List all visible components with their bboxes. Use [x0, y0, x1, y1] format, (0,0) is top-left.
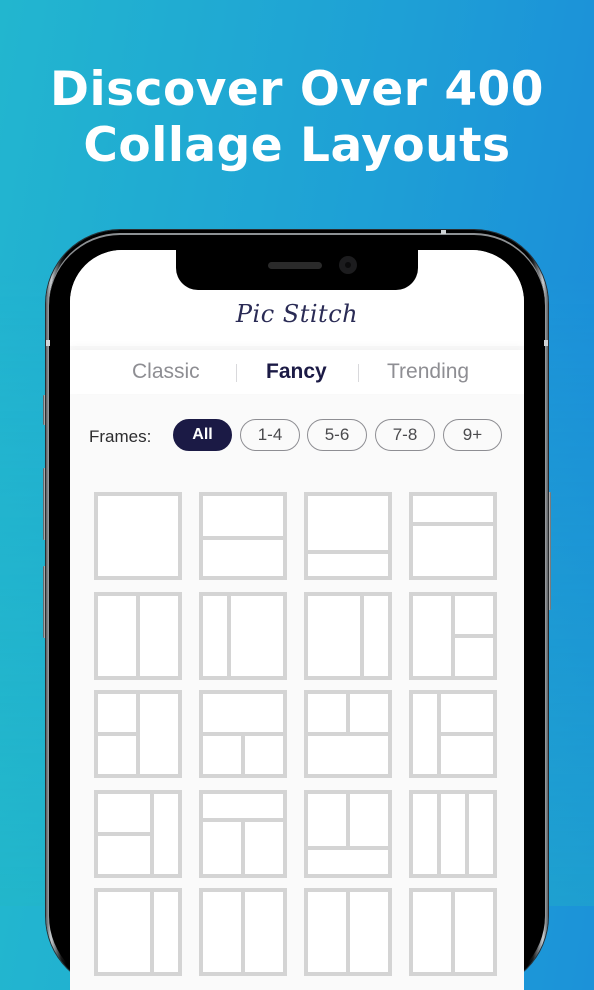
- layout-tile[interactable]: [199, 888, 287, 976]
- tab-fancy[interactable]: Fancy: [266, 360, 327, 384]
- layout-divider: [308, 846, 388, 850]
- phone-frame: Pic Stitch Classic Fancy Trending Frames…: [46, 230, 548, 990]
- app-title: Pic Stitch: [235, 300, 359, 328]
- layout-divider: [98, 832, 150, 836]
- layout-tile[interactable]: [94, 790, 182, 878]
- antenna-band: [441, 230, 446, 234]
- notch: [176, 250, 418, 290]
- layout-divider: [360, 596, 364, 676]
- layout-tile[interactable]: [304, 888, 392, 976]
- antenna-band: [544, 340, 548, 346]
- layout-tile[interactable]: [409, 592, 497, 680]
- layout-tile[interactable]: [199, 790, 287, 878]
- layout-divider: [136, 694, 140, 774]
- layout-tile[interactable]: [409, 690, 497, 778]
- layout-tile[interactable]: [199, 492, 287, 580]
- layout-divider: [150, 892, 154, 972]
- layout-tile[interactable]: [409, 888, 497, 976]
- layout-divider: [437, 732, 493, 736]
- layout-tile[interactable]: [304, 492, 392, 580]
- layout-divider: [437, 794, 441, 874]
- filter-chip-1-4[interactable]: 1-4: [240, 419, 300, 451]
- layout-divider: [308, 550, 388, 554]
- layout-divider: [241, 732, 245, 774]
- layout-divider: [203, 536, 283, 540]
- phone-screen: Pic Stitch Classic Fancy Trending Frames…: [70, 250, 524, 990]
- antenna-band: [46, 340, 50, 346]
- headline: Discover Over 400 Collage Layouts: [0, 62, 594, 174]
- layout-divider: [413, 522, 493, 526]
- filter-chip-7-8[interactable]: 7-8: [375, 419, 435, 451]
- tab-divider: [358, 364, 359, 382]
- layout-divider: [451, 634, 493, 638]
- filter-chip-9-plus[interactable]: 9+: [443, 419, 502, 451]
- layout-divider: [308, 732, 388, 736]
- layout-tile[interactable]: [304, 690, 392, 778]
- layout-divider: [136, 596, 140, 676]
- layout-tile[interactable]: [304, 790, 392, 878]
- layout-divider: [346, 892, 350, 972]
- layout-tile[interactable]: [304, 592, 392, 680]
- tab-trending[interactable]: Trending: [387, 360, 469, 384]
- tab-divider: [236, 364, 237, 382]
- category-tabs: Classic Fancy Trending: [70, 350, 524, 394]
- headline-line-2: Collage Layouts: [83, 118, 511, 173]
- layout-divider: [346, 794, 350, 846]
- filter-chip-5-6[interactable]: 5-6: [307, 419, 367, 451]
- layout-tile[interactable]: [199, 690, 287, 778]
- layout-divider: [465, 794, 469, 874]
- layout-tile[interactable]: [94, 592, 182, 680]
- layout-divider: [346, 694, 350, 732]
- layout-divider: [241, 818, 245, 874]
- headline-line-1: Discover Over 400: [50, 62, 544, 117]
- layout-tile[interactable]: [94, 690, 182, 778]
- frames-label: Frames:: [89, 427, 152, 446]
- layout-divider: [98, 732, 136, 736]
- layout-tile[interactable]: [409, 492, 497, 580]
- layout-divider: [451, 892, 455, 972]
- layout-tile[interactable]: [199, 592, 287, 680]
- filter-chip-all[interactable]: All: [173, 419, 232, 451]
- layout-divider: [227, 596, 231, 676]
- tab-classic[interactable]: Classic: [132, 360, 200, 384]
- power-button: [548, 492, 551, 610]
- frames-filter: Frames: All 1-4 5-6 7-8 9+: [70, 416, 524, 456]
- layout-divider: [241, 892, 245, 972]
- speaker-icon: [268, 262, 322, 269]
- layout-tile[interactable]: [94, 492, 182, 580]
- layout-tile[interactable]: [409, 790, 497, 878]
- layout-tile[interactable]: [94, 888, 182, 976]
- camera-icon: [339, 256, 357, 274]
- layout-divider: [150, 794, 154, 874]
